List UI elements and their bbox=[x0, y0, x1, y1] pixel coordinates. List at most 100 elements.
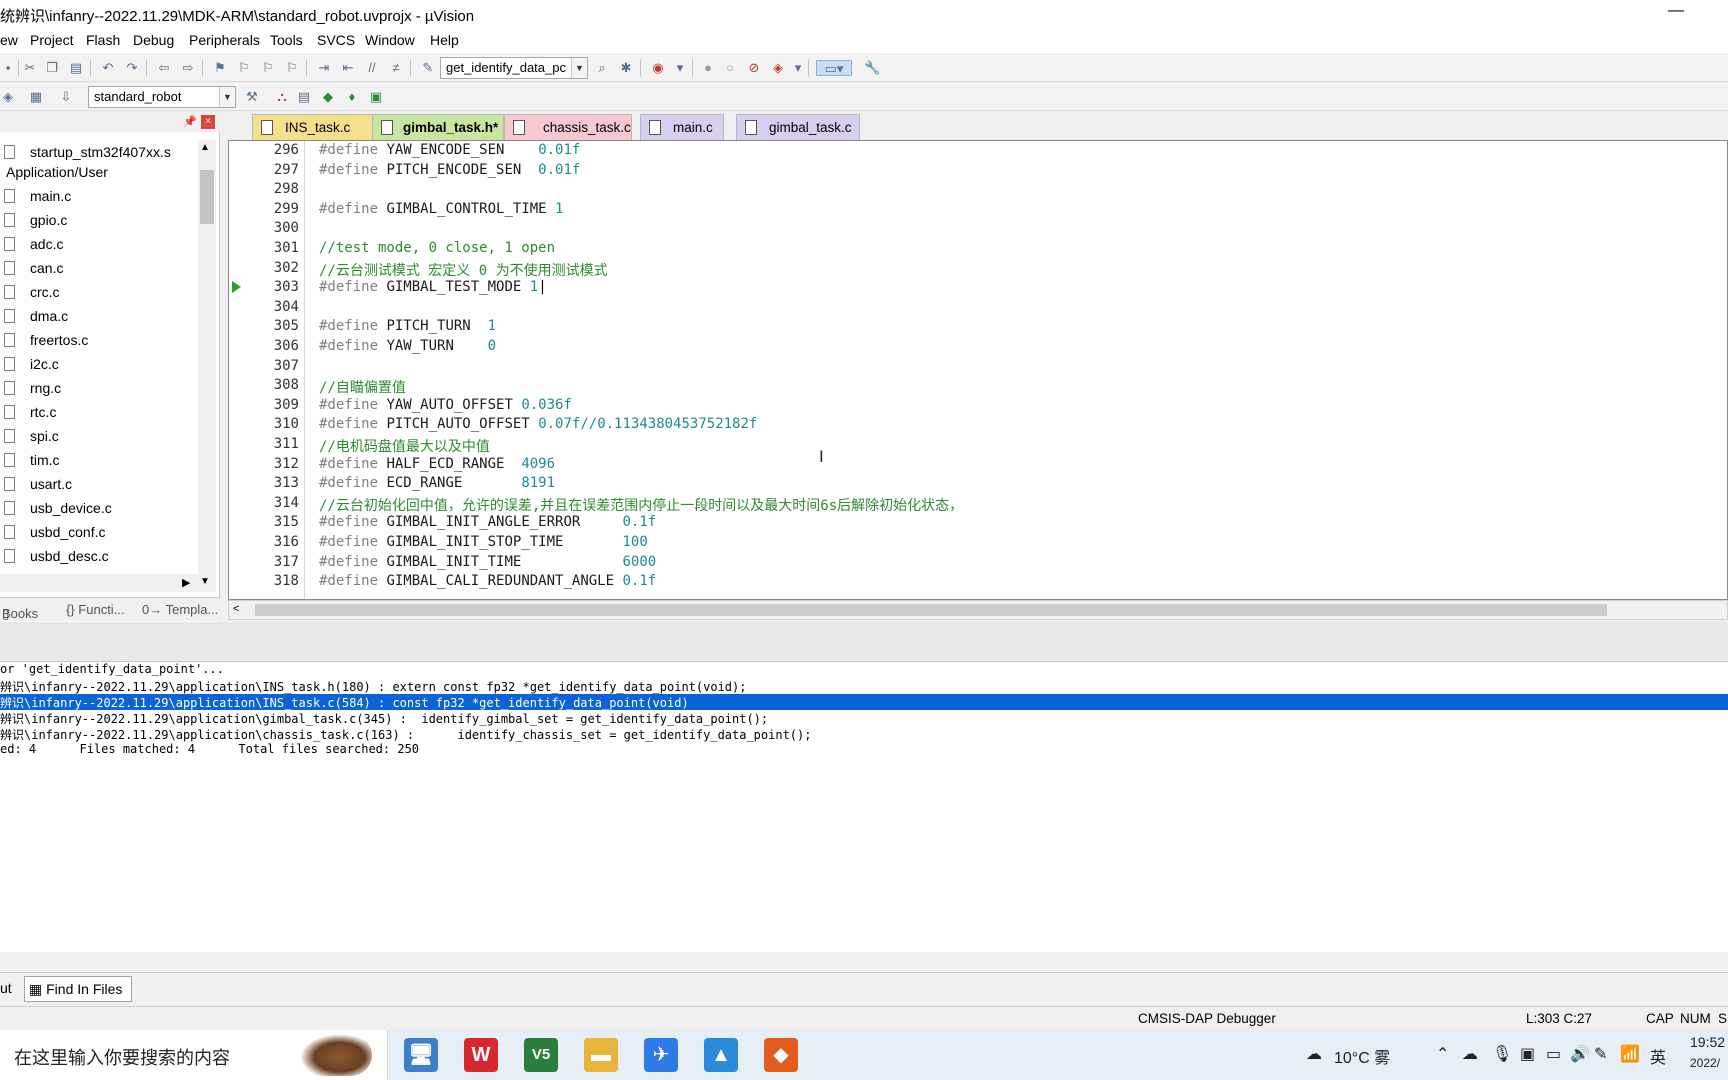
breakpoint-kill-icon[interactable]: ◈ bbox=[770, 60, 786, 76]
tab-build-output[interactable]: ut bbox=[0, 976, 22, 1002]
tab-chassis-task-c[interactable]: chassis_task.c bbox=[504, 114, 632, 140]
pack-installer-icon[interactable]: ♦ bbox=[344, 89, 360, 105]
code-line[interactable]: 317 #define GIMBAL_INIT_TIME 6000 bbox=[229, 553, 1727, 573]
matlab-app-icon[interactable]: ◆ bbox=[764, 1038, 798, 1072]
clock-time[interactable]: 19:52 bbox=[1690, 1034, 1725, 1050]
code-line[interactable]: 303 #define GIMBAL_TEST_MODE 1| bbox=[229, 278, 1727, 298]
chevron-down-icon[interactable]: ▾ bbox=[672, 60, 688, 76]
menu-debug[interactable]: Debug bbox=[133, 32, 174, 48]
menu-project[interactable]: Project bbox=[30, 32, 74, 48]
output-line[interactable]: 辨识\infanry--2022.11.29\application\INS_t… bbox=[0, 678, 1728, 694]
incremental-find-icon[interactable]: ✱ bbox=[618, 60, 634, 76]
code-line[interactable]: 312 #define HALF_ECD_RANGE 4096 bbox=[229, 455, 1727, 475]
select-packs-icon[interactable]: ◆ bbox=[320, 89, 336, 105]
output-line[interactable]: 辨识\infanry--2022.11.29\application\gimba… bbox=[0, 710, 1728, 726]
tree-group[interactable]: Application/User bbox=[6, 164, 108, 186]
taskbar-search[interactable]: 在这里输入你要搜索的内容 bbox=[0, 1030, 388, 1080]
volume-icon[interactable]: 🔊 bbox=[1570, 1044, 1590, 1064]
project-vertical-scrollbar[interactable]: ▲ bbox=[198, 140, 216, 592]
menu-flash[interactable]: Flash bbox=[86, 32, 120, 48]
tab-functions[interactable]: {} Functi... bbox=[66, 602, 125, 617]
tab-find-in-files[interactable]: ▦ Find In Files bbox=[24, 976, 132, 1002]
paste-icon[interactable]: ▤ bbox=[68, 60, 84, 76]
find-icon[interactable]: ⌕ bbox=[594, 60, 610, 76]
breakpoint-enable-icon[interactable]: ○ bbox=[722, 60, 738, 76]
tab-gimbal-task-c[interactable]: gimbal_task.c bbox=[736, 114, 860, 140]
cloud-icon[interactable]: ☁ bbox=[1462, 1044, 1478, 1064]
bookmark-clear-icon[interactable]: ⚐ bbox=[284, 60, 300, 76]
computer-app-icon[interactable]: 🖥 bbox=[404, 1038, 438, 1072]
code-line[interactable]: 318 #define GIMBAL_CALI_REDUNDANT_ANGLE 0… bbox=[229, 572, 1727, 592]
redo-icon[interactable]: ↷ bbox=[124, 60, 140, 76]
photos-app-icon[interactable]: ▲ bbox=[704, 1038, 738, 1072]
keil-app-icon[interactable]: V5 bbox=[524, 1038, 558, 1072]
debug-session-icon[interactable]: ◉ bbox=[650, 60, 666, 76]
file-extensions-icon[interactable]: ⛬ bbox=[274, 89, 290, 105]
scroll-thumb[interactable] bbox=[200, 170, 214, 224]
menu-view[interactable]: ew bbox=[0, 32, 18, 48]
copy-icon[interactable]: ❐ bbox=[44, 60, 60, 76]
tab-templates[interactable]: 0→ Templa... bbox=[142, 602, 218, 617]
network-icon[interactable]: ▭ bbox=[1546, 1044, 1561, 1064]
code-line[interactable]: 298 bbox=[229, 180, 1727, 200]
code-line[interactable]: 314 //云台初始化回中值，允许的误差,并且在误差范围内停止一段时间以及最大时间… bbox=[229, 494, 1727, 514]
scroll-down-icon[interactable]: ▼ bbox=[200, 576, 210, 587]
chevron-down-icon[interactable]: ▼ bbox=[571, 58, 587, 78]
window-layout-icon[interactable]: ▭▾ bbox=[816, 60, 852, 76]
menu-window[interactable]: Window bbox=[365, 32, 415, 48]
clock-date[interactable]: 2022/ bbox=[1690, 1056, 1720, 1070]
code-line[interactable]: 311 //电机码盘值最大以及中值 bbox=[229, 435, 1727, 455]
menu-tools[interactable]: Tools bbox=[270, 32, 303, 48]
translate-icon[interactable]: ◈ bbox=[0, 89, 16, 105]
project-horizontal-scrollbar[interactable]: ▶ ▼ bbox=[0, 574, 216, 592]
chevron-down-icon[interactable]: ▼ bbox=[219, 87, 235, 107]
wifi-icon[interactable]: 📶 bbox=[1620, 1044, 1640, 1064]
bookmark-next-icon[interactable]: ⚐ bbox=[260, 60, 276, 76]
breakpoint-disable-icon[interactable]: ⊘ bbox=[746, 60, 762, 76]
breakpoint-insert-icon[interactable]: ● bbox=[700, 60, 716, 76]
batch-build-icon[interactable]: ▦ bbox=[28, 89, 44, 105]
uncomment-icon[interactable]: ≠ bbox=[388, 60, 404, 76]
pin-icon[interactable]: 📌 bbox=[183, 115, 197, 128]
output-line-selected[interactable]: 辨识\infanry--2022.11.29\application\INS_t… bbox=[0, 694, 1728, 710]
find-combo[interactable]: get_identify_data_pc ▼ bbox=[440, 57, 588, 79]
navigate-forward-icon[interactable]: ⇨ bbox=[180, 60, 196, 76]
display-icon[interactable]: ▣ bbox=[1520, 1044, 1535, 1064]
scroll-left-icon[interactable]: < bbox=[233, 603, 239, 615]
code-line[interactable]: 296 #define YAW_ENCODE_SEN 0.01f bbox=[229, 141, 1727, 161]
folder-app-icon[interactable]: ▬ bbox=[584, 1038, 618, 1072]
find-in-files-icon[interactable]: ✎ bbox=[420, 60, 436, 76]
code-line[interactable]: 310 #define PITCH_AUTO_OFFSET 0.07f//0.11… bbox=[229, 415, 1727, 435]
scroll-right-icon[interactable]: ▶ bbox=[182, 576, 190, 589]
code-line[interactable]: 306 #define YAW_TURN 0 bbox=[229, 337, 1727, 357]
comment-icon[interactable]: // bbox=[364, 60, 380, 76]
cut-icon[interactable]: ✂ bbox=[22, 60, 38, 76]
code-line[interactable]: 308 //自瞄偏置值 bbox=[229, 376, 1727, 396]
save-all-icon[interactable]: ▪ bbox=[0, 60, 16, 76]
run-time-env-icon[interactable]: ▣ bbox=[368, 89, 384, 105]
menu-peripherals[interactable]: Peripherals bbox=[189, 32, 260, 48]
feishu-app-icon[interactable]: ✈ bbox=[644, 1038, 678, 1072]
download-icon[interactable]: ⇩ bbox=[58, 89, 74, 105]
wps-app-icon[interactable]: W bbox=[464, 1038, 498, 1072]
editor-horizontal-scrollbar[interactable]: < bbox=[228, 600, 1728, 620]
code-line[interactable]: 299 #define GIMBAL_CONTROL_TIME 1 bbox=[229, 200, 1727, 220]
menu-svcs[interactable]: SVCS bbox=[317, 32, 355, 48]
navigate-back-icon[interactable]: ⇦ bbox=[156, 60, 172, 76]
input-language[interactable]: 英 bbox=[1650, 1044, 1666, 1068]
code-line[interactable]: 316 #define GIMBAL_INIT_STOP_TIME 100 bbox=[229, 533, 1727, 553]
close-icon[interactable]: × bbox=[201, 115, 215, 129]
bookmark-prev-icon[interactable]: ⚐ bbox=[236, 60, 252, 76]
code-line[interactable]: 305 #define PITCH_TURN 1 bbox=[229, 317, 1727, 337]
output-line[interactable]: or 'get_identify_data_point'... bbox=[0, 662, 1728, 678]
weather-icon[interactable]: ☁ bbox=[1306, 1044, 1322, 1064]
code-line[interactable]: 304 bbox=[229, 298, 1727, 318]
code-line[interactable]: 301 //test mode, 0 close, 1 open bbox=[229, 239, 1727, 259]
pen-icon[interactable]: ✎ bbox=[1594, 1044, 1607, 1064]
code-editor[interactable]: 296 #define YAW_ENCODE_SEN 0.01f 297 #defin… bbox=[228, 140, 1728, 600]
code-line[interactable]: 302 //云台测试模式 宏定义 0 为不使用测试模式 bbox=[229, 259, 1727, 279]
undo-icon[interactable]: ↶ bbox=[100, 60, 116, 76]
minimize-button[interactable]: — bbox=[1668, 2, 1684, 20]
tab-ins-task-c[interactable]: INS_task.c bbox=[252, 114, 378, 140]
menu-help[interactable]: Help bbox=[430, 32, 459, 48]
